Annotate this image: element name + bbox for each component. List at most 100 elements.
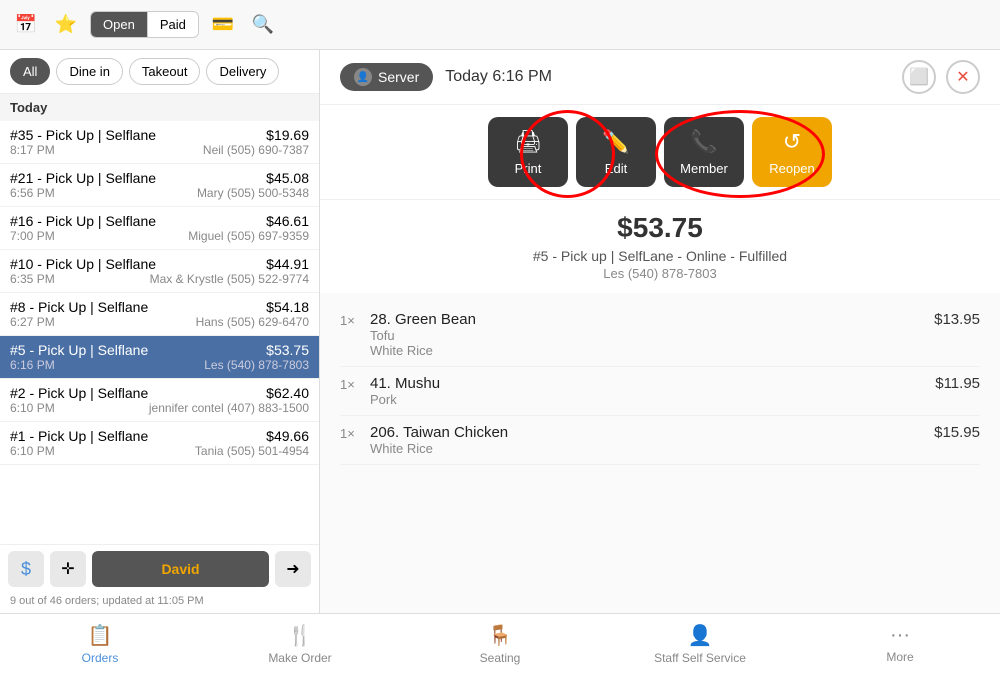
order-time: 6:56 PM <box>10 186 55 200</box>
order-time: 6:10 PM <box>10 444 55 458</box>
card-icon[interactable]: 💳 <box>207 9 239 41</box>
filter-all[interactable]: All <box>10 58 50 85</box>
item-qty-1: 1× <box>340 313 370 328</box>
member-button[interactable]: 📞 Member <box>664 117 744 187</box>
item-price-green-bean: $13.95 <box>934 311 980 328</box>
filter-delivery[interactable]: Delivery <box>206 58 279 85</box>
item-price-taiwan-chicken: $15.95 <box>934 424 980 441</box>
order-amount: $44.91 <box>266 256 309 272</box>
action-buttons-row: 🖨 Print ✏️ Edit 📞 Member ↺ Reopen <box>320 105 1000 199</box>
order-item-1[interactable]: #1 - Pick Up | Selflane $49.66 6:10 PM T… <box>0 422 319 465</box>
order-item-10[interactable]: #10 - Pick Up | Selflane $44.91 6:35 PM … <box>0 250 319 293</box>
calendar-icon[interactable]: 📅 <box>10 9 42 41</box>
edit-label: Edit <box>605 161 627 176</box>
nav-seating[interactable]: 🪑 Seating <box>400 617 600 671</box>
order-item-35[interactable]: #35 - Pick Up | Selflane $19.69 8:17 PM … <box>0 121 319 164</box>
order-amount: $46.61 <box>266 213 309 229</box>
right-panel: 👤 Server Today 6:16 PM ⬜ ✕ 🖨 Print <box>320 50 1000 613</box>
order-item-21[interactable]: #21 - Pick Up | Selflane $45.08 6:56 PM … <box>0 164 319 207</box>
order-customer: Neil (505) 690-7387 <box>203 143 309 157</box>
server-name-button[interactable]: David <box>92 551 269 587</box>
item-name-green-bean: 28. Green Bean <box>370 311 934 328</box>
make-order-icon: 🍴 <box>288 623 313 648</box>
right-header: 👤 Server Today 6:16 PM ⬜ ✕ <box>320 50 1000 105</box>
open-button[interactable]: Open <box>91 12 148 37</box>
order-item-5[interactable]: #5 - Pick Up | Selflane $53.75 6:16 PM L… <box>0 336 319 379</box>
edit-icon: ✏️ <box>602 129 629 155</box>
more-icon: ··· <box>890 624 910 647</box>
order-label: #10 - Pick Up | Selflane <box>10 256 156 272</box>
filter-dine-in[interactable]: Dine in <box>56 58 122 85</box>
order-total: $53.75 <box>340 212 980 244</box>
seating-label: Seating <box>480 651 521 665</box>
move-icon-button[interactable]: ✛ <box>50 551 86 587</box>
right-header-left: 👤 Server Today 6:16 PM <box>340 63 552 91</box>
order-amount: $49.66 <box>266 428 309 444</box>
nav-make-order[interactable]: 🍴 Make Order <box>200 617 400 671</box>
star-icon[interactable]: ⭐ <box>50 9 82 41</box>
order-label: #35 - Pick Up | Selflane <box>10 127 156 143</box>
order-details: $53.75 #5 - Pick up | SelfLane - Online … <box>320 200 1000 613</box>
item-name-mushu: 41. Mushu <box>370 375 935 392</box>
order-item-16[interactable]: #16 - Pick Up | Selflane $46.61 7:00 PM … <box>0 207 319 250</box>
item-modifier-white-rice-1: White Rice <box>370 343 934 358</box>
order-time: 7:00 PM <box>10 229 55 243</box>
order-customer: Hans (505) 629-6470 <box>196 315 309 329</box>
square-button[interactable]: ⬜ <box>902 60 936 94</box>
order-amount: $53.75 <box>266 342 309 358</box>
order-amount: $45.08 <box>266 170 309 186</box>
reopen-icon: ↺ <box>783 129 801 155</box>
sidebar-filters: All Dine in Takeout Delivery <box>0 50 319 94</box>
section-header: Today <box>0 94 319 121</box>
order-customer: Miguel (505) 697-9359 <box>188 229 309 243</box>
orders-label: Orders <box>82 651 119 665</box>
paid-button[interactable]: Paid <box>148 12 198 37</box>
right-header-right: ⬜ ✕ <box>902 60 980 94</box>
order-label: #2 - Pick Up | Selflane <box>10 385 148 401</box>
order-time: 6:35 PM <box>10 272 55 286</box>
item-row-green-bean: 1× 28. Green Bean Tofu White Rice $13.95 <box>340 303 980 367</box>
member-icon: 📞 <box>690 129 717 155</box>
order-amount: $54.18 <box>266 299 309 315</box>
order-info: #5 - Pick up | SelfLane - Online - Fulfi… <box>340 248 980 264</box>
nav-staff-self-service[interactable]: 👤 Staff Self Service <box>600 617 800 671</box>
print-button[interactable]: 🖨 Print <box>488 117 568 187</box>
staff-label: Staff Self Service <box>654 651 746 665</box>
dollar-icon-button[interactable]: $ <box>8 551 44 587</box>
order-time: 8:17 PM <box>10 143 55 157</box>
server-tag[interactable]: 👤 Server <box>340 63 433 91</box>
order-customer: Tania (505) 501-4954 <box>195 444 309 458</box>
reopen-label: Reopen <box>769 161 815 176</box>
edit-button[interactable]: ✏️ Edit <box>576 117 656 187</box>
sidebar-status: 9 out of 46 orders; updated at 11:05 PM <box>0 593 319 613</box>
order-customer: Max & Krystle (505) 522-9774 <box>150 272 309 286</box>
reopen-button[interactable]: ↺ Reopen <box>752 117 832 187</box>
order-item-8[interactable]: #8 - Pick Up | Selflane $54.18 6:27 PM H… <box>0 293 319 336</box>
order-time: 6:27 PM <box>10 315 55 329</box>
item-modifier-white-rice-2: White Rice <box>370 441 934 456</box>
search-icon[interactable]: 🔍 <box>247 9 279 41</box>
sidebar-list: Today #35 - Pick Up | Selflane $19.69 8:… <box>0 94 319 544</box>
order-label: #8 - Pick Up | Selflane <box>10 299 148 315</box>
server-tag-label: Server <box>378 69 419 85</box>
order-customer-phone: Les (540) 878-7803 <box>340 266 980 281</box>
make-order-label: Make Order <box>268 651 331 665</box>
order-time: 6:16 PM <box>10 358 55 372</box>
top-bar: 📅 ⭐ Open Paid 💳 🔍 <box>0 0 1000 50</box>
item-details-mushu: 41. Mushu Pork <box>370 375 935 407</box>
server-avatar-icon: 👤 <box>354 68 372 86</box>
filter-takeout[interactable]: Takeout <box>129 58 201 85</box>
main-content: All Dine in Takeout Delivery Today #35 -… <box>0 50 1000 613</box>
item-row-mushu: 1× 41. Mushu Pork $11.95 <box>340 367 980 416</box>
top-bar-left: 📅 ⭐ Open Paid 💳 🔍 <box>10 9 279 41</box>
item-qty-3: 1× <box>340 426 370 441</box>
nav-more[interactable]: ··· More <box>800 618 1000 670</box>
more-label: More <box>886 650 913 664</box>
item-modifier-tofu: Tofu <box>370 328 934 343</box>
order-item-2[interactable]: #2 - Pick Up | Selflane $62.40 6:10 PM j… <box>0 379 319 422</box>
close-button[interactable]: ✕ <box>946 60 980 94</box>
action-buttons-section: 🖨 Print ✏️ Edit 📞 Member ↺ Reopen <box>320 105 1000 200</box>
arrow-right-icon-button[interactable]: ➜ <box>275 551 311 587</box>
nav-orders[interactable]: 📋 Orders <box>0 617 200 671</box>
orders-icon: 📋 <box>88 623 113 648</box>
